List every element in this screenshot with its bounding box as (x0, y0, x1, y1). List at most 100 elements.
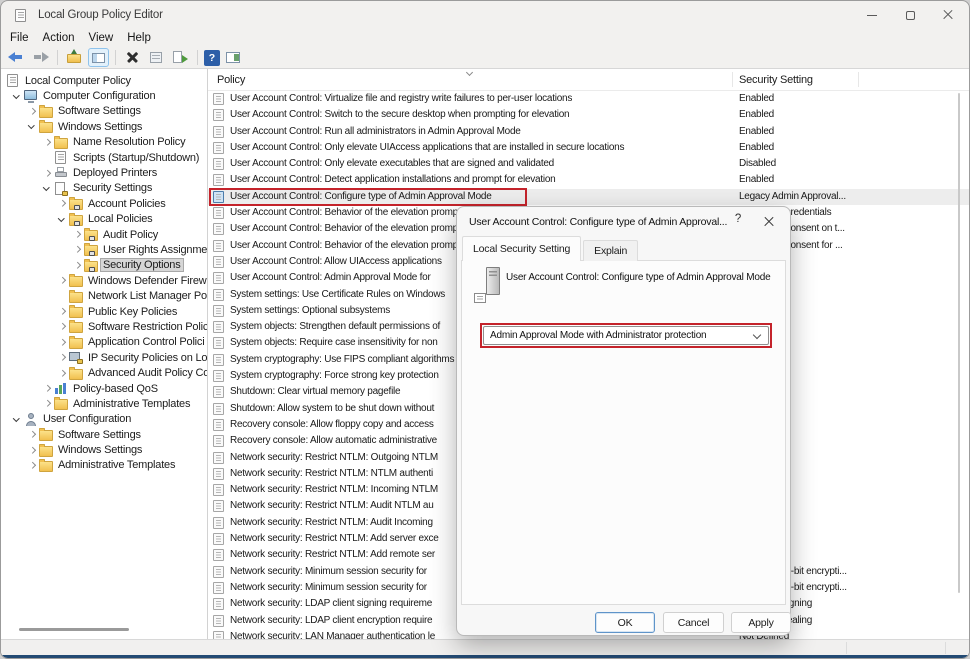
tree-chevron-icon[interactable] (57, 275, 68, 286)
policy-row[interactable]: User Account Control: Virtualize file an… (208, 91, 969, 107)
window-control-icon[interactable] (855, 1, 889, 29)
tree-item[interactable]: Audit Policy (1, 227, 207, 242)
tree-item[interactable]: Software Settings (1, 427, 207, 442)
tree-item[interactable]: Policy-based QoS (1, 381, 207, 396)
tree-item[interactable]: Software Settings (1, 104, 207, 119)
policy-doc-icon (213, 370, 224, 382)
horizontal-scrollbar[interactable] (19, 628, 129, 631)
dialog-help-icon[interactable]: ? (731, 213, 745, 225)
tree-item[interactable]: Local Computer Policy (1, 73, 207, 88)
tree-item[interactable]: Windows Settings (1, 442, 207, 457)
tree-chevron-icon[interactable] (57, 198, 68, 209)
toolbar-button-icon[interactable] (30, 48, 51, 67)
menu-item[interactable]: View (89, 32, 114, 44)
tree-chevron-icon[interactable] (12, 414, 23, 425)
tree-item[interactable]: Account Policies (1, 196, 207, 211)
tree-item[interactable]: Security Settings (1, 181, 207, 196)
tree-item[interactable]: User Configuration (1, 412, 207, 427)
policy-doc-icon (213, 549, 224, 561)
column-divider[interactable] (858, 72, 859, 87)
toolbar-button-icon[interactable] (6, 48, 27, 67)
tree-chevron-icon[interactable] (42, 383, 53, 394)
policy-row[interactable]: User Account Control: Only elevate execu… (208, 156, 969, 172)
menu-item[interactable]: File (10, 32, 29, 44)
tree-item-icon (69, 276, 83, 287)
dialog-close-icon[interactable] (762, 215, 776, 229)
tree-item[interactable]: Public Key Policies (1, 304, 207, 319)
tree-item[interactable]: Windows Defender Firewa (1, 273, 207, 288)
console-tree-pane: Local Computer Policy Computer Configura… (1, 69, 208, 639)
tree-item[interactable]: Network List Manager Pol (1, 288, 207, 303)
vertical-scrollbar[interactable] (958, 93, 960, 593)
window-control-icon[interactable] (931, 1, 965, 29)
tree-chevron-icon[interactable] (42, 168, 53, 179)
dialog-tab[interactable]: Local Security Setting (462, 236, 581, 261)
tree-item[interactable]: Advanced Audit Policy Co (1, 365, 207, 380)
column-header-policy[interactable]: Policy (217, 74, 245, 86)
tree-chevron-icon[interactable] (72, 260, 83, 271)
tree-item[interactable]: Windows Settings (1, 119, 207, 134)
annotation-box-dropdown: Admin Approval Mode with Administrator p… (480, 323, 772, 348)
column-divider[interactable] (732, 72, 733, 87)
toolbar-button-icon[interactable] (64, 48, 85, 67)
menu-item[interactable]: Help (127, 32, 151, 44)
tree-chevron-icon[interactable] (57, 352, 68, 363)
tree-item[interactable]: Administrative Templates (1, 396, 207, 411)
tree-item[interactable]: User Rights Assignmer (1, 242, 207, 257)
tree-chevron-icon[interactable] (27, 445, 38, 456)
policy-row[interactable]: User Account Control: Only elevate UIAcc… (208, 140, 969, 156)
tree-item[interactable]: Local Policies (1, 212, 207, 227)
tree-chevron-icon[interactable] (57, 337, 68, 348)
tree-chevron-icon[interactable] (42, 152, 53, 163)
toolbar-button-icon[interactable] (122, 48, 143, 67)
tree-item-label: User Rights Assignmer (101, 244, 208, 256)
tree-chevron-icon[interactable] (27, 121, 38, 132)
dialog-tab[interactable]: Explain (583, 240, 638, 261)
tree-chevron-icon[interactable] (57, 306, 68, 317)
tree-chevron-icon[interactable] (57, 291, 68, 302)
tree-chevron-icon[interactable] (72, 244, 83, 255)
tree-chevron-icon[interactable] (12, 91, 23, 102)
policy-row[interactable]: User Account Control: Switch to the secu… (208, 107, 969, 123)
dialog-button[interactable]: OK (595, 612, 655, 633)
tree-chevron-icon[interactable] (27, 106, 38, 117)
tree-item[interactable]: IP Security Policies on Loc (1, 350, 207, 365)
policy-security-setting: Legacy Admin Approval... (739, 191, 846, 202)
toolbar-button-icon[interactable] (88, 48, 109, 67)
column-header-security-setting[interactable]: Security Setting (739, 74, 813, 86)
tree-chevron-icon[interactable] (42, 137, 53, 148)
policy-security-setting: Disabled (739, 158, 776, 169)
policy-name: User Account Control: Behavior of the el… (230, 223, 461, 234)
toolbar-button-icon[interactable] (204, 50, 220, 66)
tree-item-icon (69, 351, 83, 364)
window-control-icon[interactable] (893, 1, 927, 29)
tree-chevron-icon[interactable] (27, 460, 38, 471)
tree-item[interactable]: Administrative Templates (1, 458, 207, 473)
policy-row[interactable]: User Account Control: Detect application… (208, 172, 969, 188)
policy-row[interactable]: User Account Control: Run all administra… (208, 124, 969, 140)
tree-chevron-icon[interactable] (27, 429, 38, 440)
tree-chevron-icon[interactable] (57, 321, 68, 332)
tree-chevron-icon[interactable] (42, 183, 53, 194)
tree-item[interactable]: Deployed Printers (1, 165, 207, 180)
policy-name: System objects: Require case insensitivi… (230, 337, 438, 348)
tree-item[interactable]: Software Restriction Polici (1, 319, 207, 334)
tree-item[interactable]: Name Resolution Policy (1, 135, 207, 150)
policy-name: Network security: Restrict NTLM: Incomin… (230, 484, 438, 495)
tree-item[interactable]: Scripts (Startup/Shutdown) (1, 150, 207, 165)
tree-chevron-icon[interactable] (42, 398, 53, 409)
tree-chevron-icon[interactable] (57, 368, 68, 379)
tree-item[interactable]: Application Control Polici (1, 335, 207, 350)
tree-chevron-icon[interactable] (57, 214, 68, 225)
tree-item-icon (54, 138, 68, 149)
admin-approval-mode-dropdown[interactable]: Admin Approval Mode with Administrator p… (483, 326, 769, 345)
toolbar-button-icon[interactable] (170, 48, 191, 67)
tree-item[interactable]: Computer Configuration (1, 88, 207, 103)
toolbar-button-icon[interactable] (146, 48, 167, 67)
dialog-button[interactable]: Cancel (663, 612, 724, 633)
menu-item[interactable]: Action (43, 32, 75, 44)
tree-chevron-icon[interactable] (72, 229, 83, 240)
toolbar-button-icon[interactable] (223, 48, 244, 67)
tree-item[interactable]: Security Options (1, 258, 207, 273)
dialog-button[interactable]: Apply (731, 612, 791, 633)
